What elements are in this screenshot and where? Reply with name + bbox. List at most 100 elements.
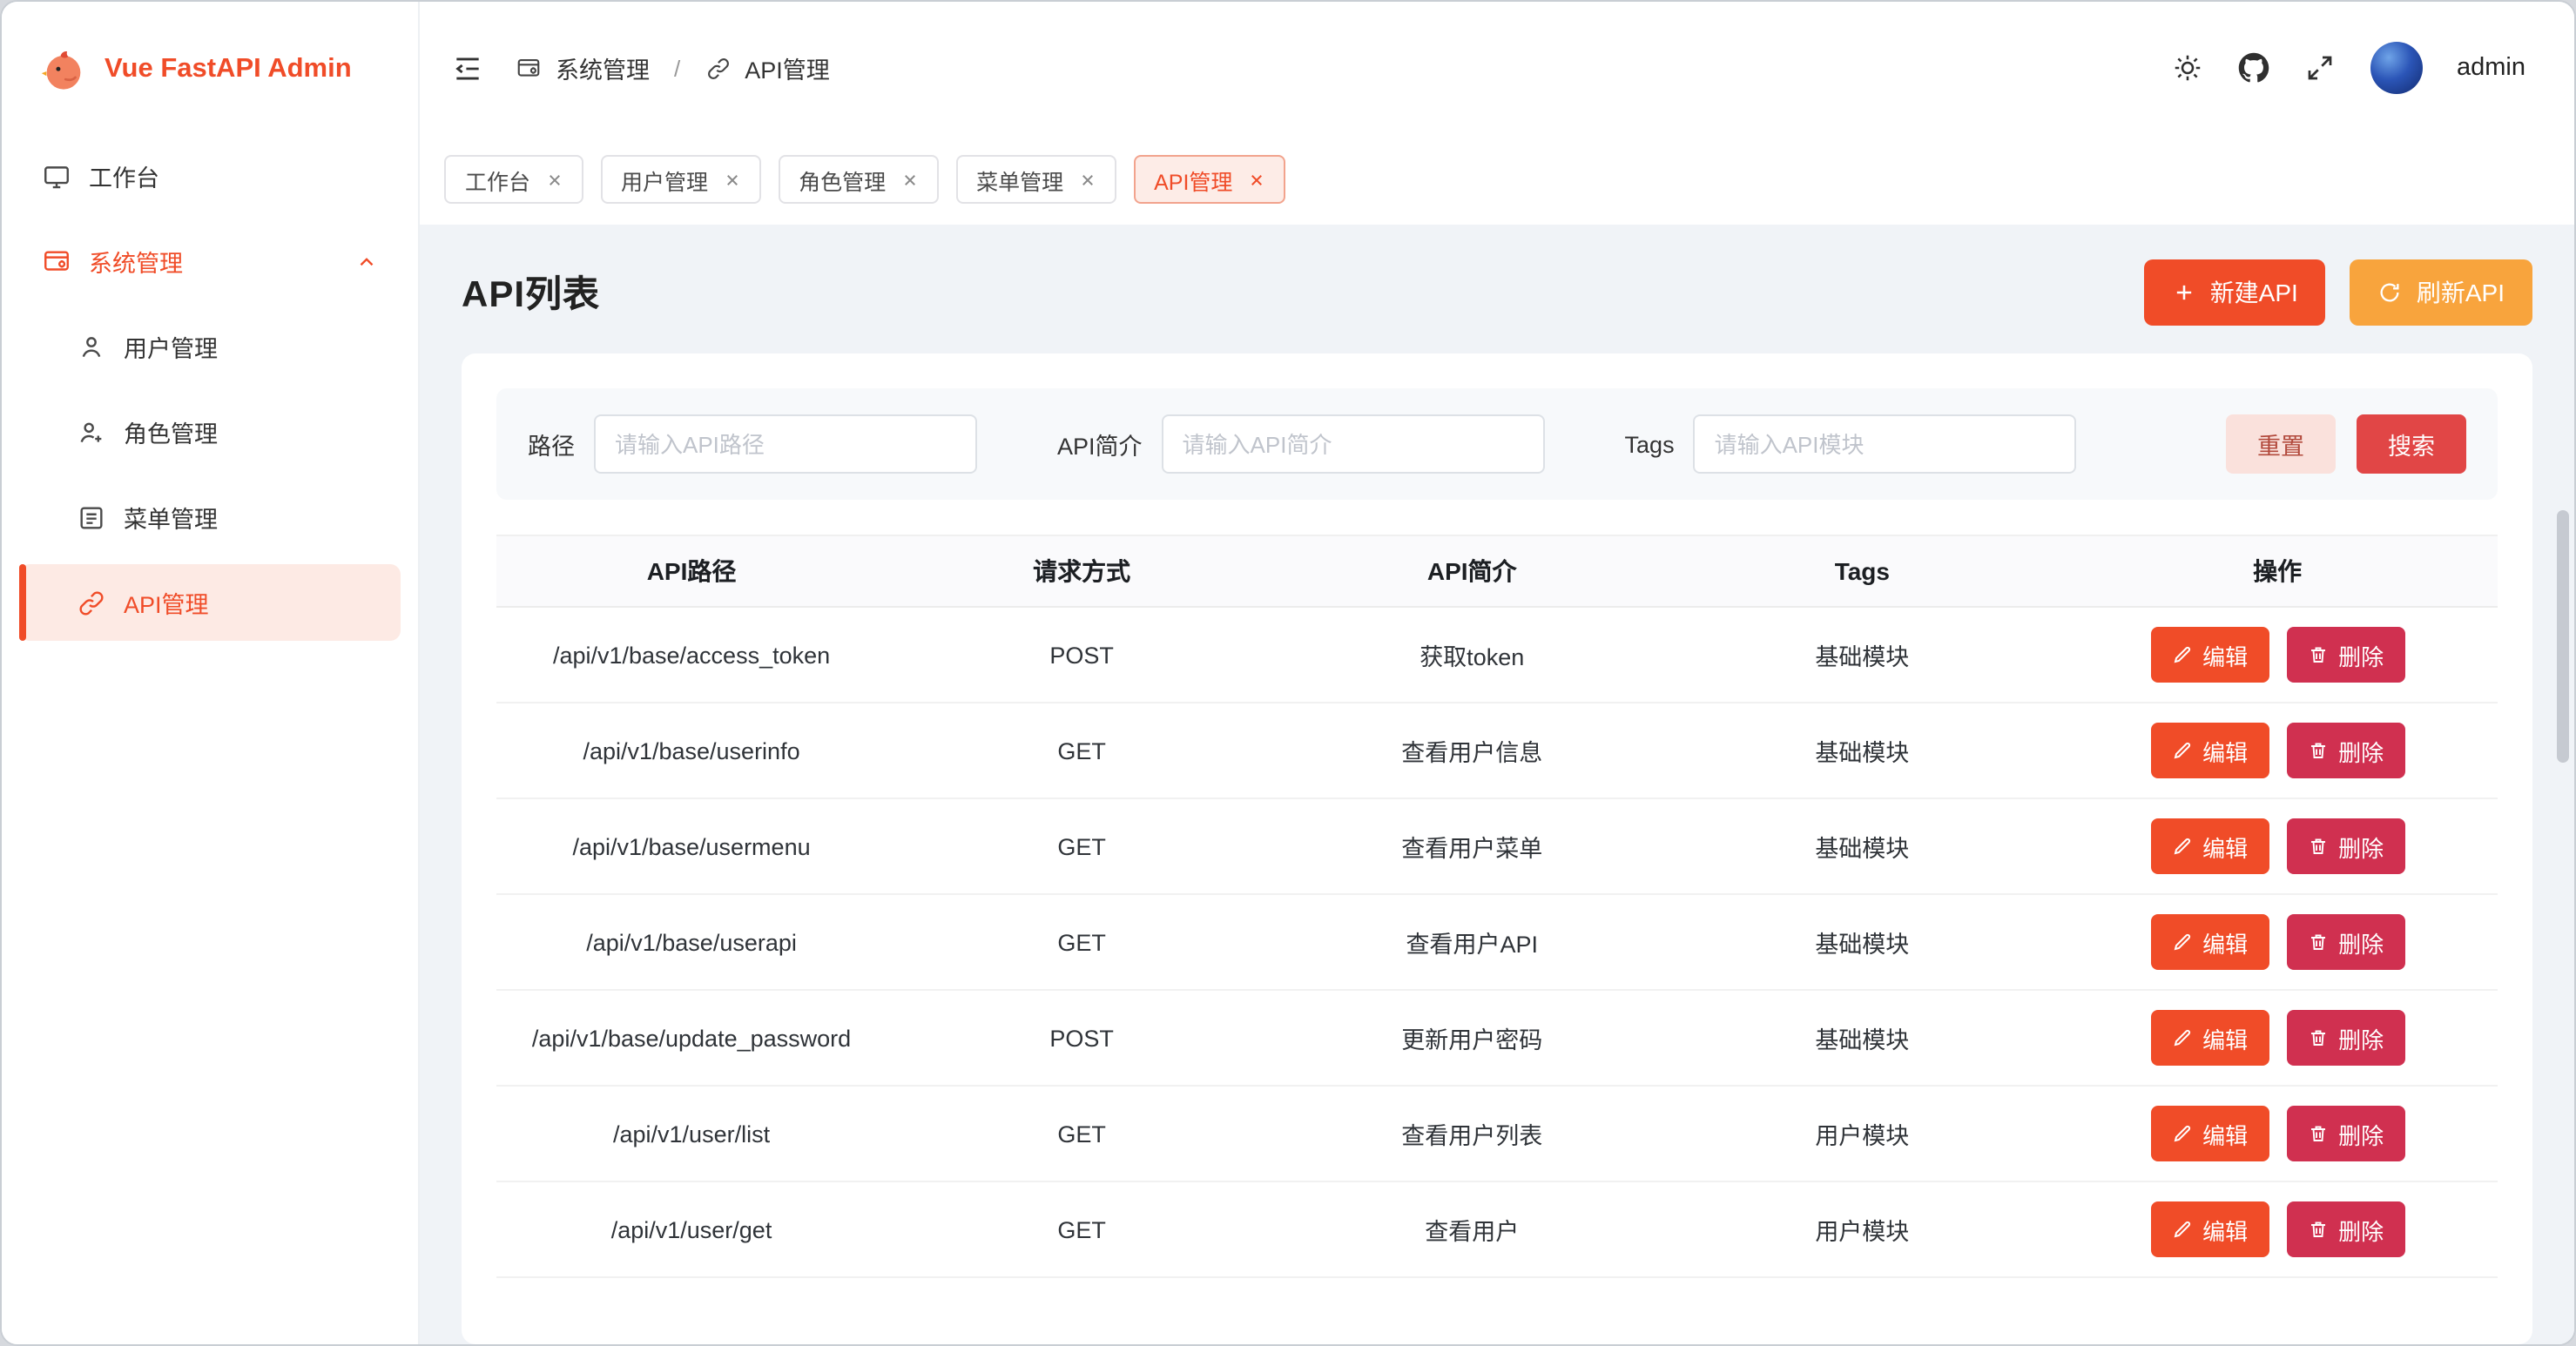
breadcrumb: 系统管理 / API管理 (516, 50, 830, 85)
edit-button[interactable]: 编辑 (2150, 914, 2269, 970)
edit-button-label: 编辑 (2202, 1117, 2248, 1150)
chick-icon (40, 46, 87, 93)
cell-tags: 用户模块 (1667, 1212, 2057, 1247)
cell-summary: 更新用户密码 (1277, 1020, 1667, 1055)
close-icon[interactable] (1248, 172, 1264, 187)
tag-chip[interactable]: 菜单管理 (955, 155, 1116, 204)
theme-sun-icon[interactable] (2171, 52, 2202, 84)
refresh-api-button[interactable]: 刷新API (2350, 259, 2532, 326)
close-icon[interactable] (546, 172, 562, 187)
cell-api-path: /api/v1/base/usermenu (496, 833, 887, 859)
breadcrumb-item-api[interactable]: API管理 (705, 50, 830, 85)
reset-button[interactable]: 重置 (2226, 414, 2336, 474)
col-header-actions: 操作 (2057, 554, 2498, 589)
cell-summary: 查看用户列表 (1277, 1116, 1667, 1151)
breadcrumb-label: 系统管理 (556, 50, 650, 85)
sidebar-menu: 工作台 系统管理 用户管理 (2, 138, 418, 641)
new-api-button[interactable]: 新建API (2144, 259, 2326, 326)
fullscreen-icon[interactable] (2303, 52, 2335, 84)
cell-method: GET (887, 833, 1277, 859)
path-filter-label: 路径 (528, 427, 575, 461)
sidebar-item-menu-management[interactable]: 菜单管理 (19, 479, 401, 555)
edit-button[interactable]: 编辑 (2150, 1010, 2269, 1066)
pencil-icon (2171, 644, 2192, 665)
page-content: API列表 新建API 刷新API (420, 225, 2574, 1344)
vertical-scrollbar-thumb[interactable] (2557, 510, 2569, 763)
menu-fold-icon[interactable] (451, 51, 484, 84)
delete-button-label: 删除 (2338, 638, 2384, 671)
github-icon[interactable] (2237, 52, 2269, 84)
cell-tags: 基础模块 (1667, 733, 2057, 768)
summary-filter-input[interactable] (1162, 414, 1545, 474)
sidebar-item-label: API管理 (124, 585, 209, 620)
delete-button-label: 删除 (2338, 925, 2384, 959)
delete-button[interactable]: 删除 (2286, 1201, 2404, 1257)
table-row: /api/v1/user/list GET 查看用户列表 用户模块 编辑 删除 (496, 1087, 2498, 1182)
sidebar-item-user-management[interactable]: 用户管理 (19, 308, 401, 385)
trash-icon (2307, 1219, 2328, 1240)
edit-button-label: 编辑 (2202, 638, 2248, 671)
app-logo[interactable]: Vue FastAPI Admin (2, 2, 418, 138)
search-button[interactable]: 搜索 (2357, 414, 2466, 474)
sidebar-item-role-management[interactable]: 角色管理 (19, 394, 401, 470)
pencil-icon (2171, 932, 2192, 952)
edit-button[interactable]: 编辑 (2150, 1106, 2269, 1161)
edit-button[interactable]: 编辑 (2150, 818, 2269, 874)
page-title: API列表 (462, 266, 600, 319)
api-link-icon (77, 588, 106, 617)
delete-button[interactable]: 删除 (2286, 1106, 2404, 1161)
cell-tags: 基础模块 (1667, 829, 2057, 864)
sidebar-item-workbench[interactable]: 工作台 (19, 138, 401, 214)
new-api-label: 新建API (2210, 275, 2298, 310)
edit-button-label: 编辑 (2202, 734, 2248, 767)
delete-button-label: 删除 (2338, 1213, 2384, 1246)
col-header-path: API路径 (496, 554, 887, 589)
window-gear-icon (516, 55, 542, 81)
monitor-icon (42, 161, 71, 191)
breadcrumb-item-system[interactable]: 系统管理 (516, 50, 650, 85)
sidebar-item-api-management[interactable]: API管理 (19, 564, 401, 641)
tag-label: 用户管理 (621, 163, 708, 196)
trash-icon (2307, 932, 2328, 952)
edit-button-label: 编辑 (2202, 830, 2248, 863)
breadcrumb-label: API管理 (745, 50, 830, 85)
table-row: /api/v1/base/userinfo GET 查看用户信息 基础模块 编辑… (496, 703, 2498, 799)
close-icon[interactable] (901, 172, 917, 187)
path-filter-input[interactable] (594, 414, 977, 474)
pencil-icon (2171, 740, 2192, 761)
sidebar-submenu-system: 用户管理 角色管理 菜单管理 (19, 308, 401, 641)
edit-button[interactable]: 编辑 (2150, 627, 2269, 683)
cell-tags: 基础模块 (1667, 925, 2057, 959)
delete-button[interactable]: 删除 (2286, 627, 2404, 683)
tag-label: 工作台 (465, 163, 530, 196)
username[interactable]: admin (2457, 54, 2525, 82)
delete-button[interactable]: 删除 (2286, 818, 2404, 874)
breadcrumb-separator: / (674, 55, 680, 81)
delete-button-label: 删除 (2338, 734, 2384, 767)
window-gear-icon (42, 246, 71, 276)
sidebar-item-system[interactable]: 系统管理 (19, 223, 401, 299)
delete-button[interactable]: 删除 (2286, 1010, 2404, 1066)
edit-button[interactable]: 编辑 (2150, 723, 2269, 778)
tags-filter-input[interactable] (1694, 414, 2077, 474)
tag-chip[interactable]: 工作台 (444, 155, 583, 204)
sidebar-item-label: 系统管理 (89, 244, 183, 279)
cell-method: GET (887, 1121, 1277, 1147)
close-icon[interactable] (724, 172, 739, 187)
tag-chip[interactable]: API管理 (1133, 155, 1285, 204)
cell-actions: 编辑 删除 (2057, 818, 2498, 874)
trash-icon (2307, 1027, 2328, 1048)
tag-chip[interactable]: 用户管理 (600, 155, 760, 204)
user-avatar[interactable] (2370, 42, 2422, 94)
cell-tags: 用户模块 (1667, 1116, 2057, 1151)
table-row: /api/v1/base/update_password POST 更新用户密码… (496, 991, 2498, 1087)
tag-chip[interactable]: 角色管理 (778, 155, 938, 204)
close-icon[interactable] (1079, 172, 1095, 187)
cell-method: POST (887, 1025, 1277, 1051)
delete-button[interactable]: 删除 (2286, 723, 2404, 778)
delete-button[interactable]: 删除 (2286, 914, 2404, 970)
edit-button[interactable]: 编辑 (2150, 1201, 2269, 1257)
api-table: API路径 请求方式 API简介 Tags 操作 /api/v1/base/ac… (496, 535, 2498, 1278)
table-row: /api/v1/base/userapi GET 查看用户API 基础模块 编辑… (496, 895, 2498, 991)
api-table-body: /api/v1/base/access_token POST 获取token 基… (496, 608, 2498, 1278)
